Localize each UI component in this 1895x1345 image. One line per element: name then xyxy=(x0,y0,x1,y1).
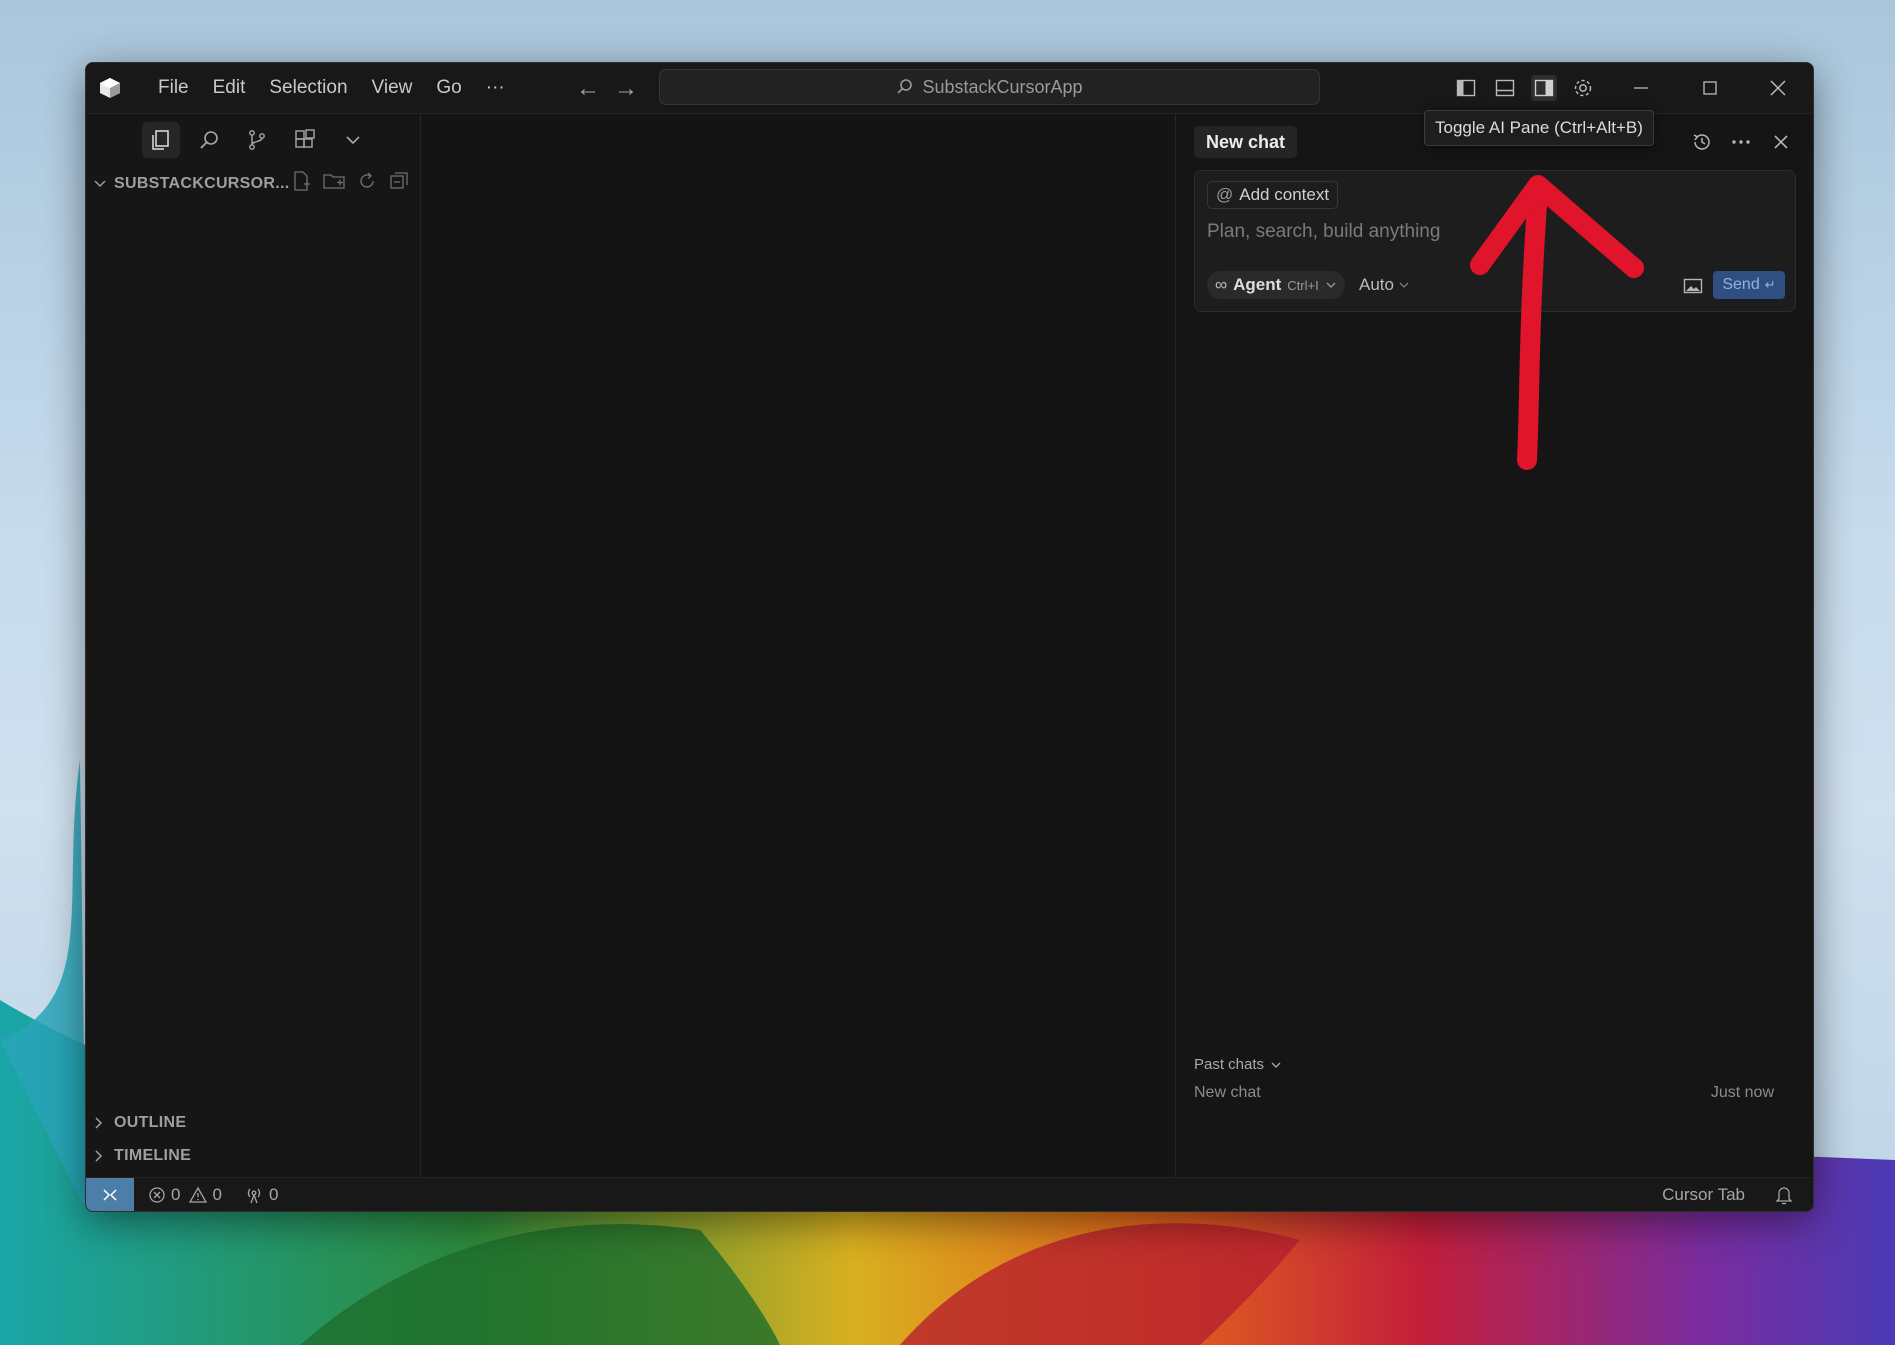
tooltip-text: Toggle AI Pane (Ctrl+Alt+B) xyxy=(1435,118,1643,137)
command-center-search[interactable]: SubstackCursorApp xyxy=(659,69,1320,105)
outline-section[interactable]: OUTLINE xyxy=(92,1110,186,1136)
timeline-section[interactable]: TIMELINE xyxy=(92,1143,191,1169)
more-options-icon[interactable] xyxy=(1726,127,1756,157)
new-file-icon[interactable] xyxy=(290,170,312,192)
bell-icon[interactable] xyxy=(1775,1185,1793,1205)
error-icon xyxy=(149,1187,165,1203)
forward-arrow-icon[interactable]: → xyxy=(614,75,638,103)
minimize-window-icon[interactable] xyxy=(1621,73,1661,103)
agent-mode-selector[interactable]: ∞ Agent Ctrl+I xyxy=(1207,271,1345,299)
menu-view[interactable]: View xyxy=(362,71,423,105)
source-control-icon[interactable] xyxy=(238,122,276,158)
broadcast-icon xyxy=(247,1188,261,1204)
agent-mode-label: Agent xyxy=(1233,275,1282,294)
error-count: 0 xyxy=(171,1185,181,1204)
explorer-actions xyxy=(290,170,410,192)
chevron-right-icon xyxy=(95,1150,103,1162)
agent-mode-shortcut: Ctrl+I xyxy=(1287,277,1319,293)
past-chats-toggle[interactable]: Past chats xyxy=(1194,1056,1282,1073)
new-folder-icon[interactable] xyxy=(322,170,346,192)
attach-image-icon[interactable] xyxy=(1681,274,1705,298)
status-right: Cursor Tab xyxy=(1662,1178,1793,1211)
chevron-down-icon xyxy=(1399,282,1409,288)
search-icon[interactable] xyxy=(190,122,228,158)
cursor-logo-icon xyxy=(99,77,121,99)
remote-icon xyxy=(103,1189,117,1201)
settings-gear-icon[interactable] xyxy=(1570,75,1596,101)
timeline-label: TIMELINE xyxy=(114,1147,192,1164)
close-pane-icon[interactable] xyxy=(1766,127,1796,157)
model-label: Auto xyxy=(1359,275,1394,294)
menu-selection[interactable]: Selection xyxy=(259,71,357,105)
warning-count: 0 xyxy=(212,1185,222,1204)
primary-sidebar: SUBSTACKCURSOR... OUTLINE TIMELINE xyxy=(86,114,421,1177)
chevron-down-icon xyxy=(94,180,106,188)
tab-new-chat[interactable]: New chat xyxy=(1194,126,1298,158)
toggle-ai-pane-icon[interactable] xyxy=(1531,75,1557,101)
refresh-icon[interactable] xyxy=(356,170,378,192)
remote-indicator[interactable] xyxy=(86,1178,134,1211)
explorer-folder-header[interactable]: SUBSTACKCURSOR... xyxy=(92,170,416,198)
extensions-icon[interactable] xyxy=(286,122,324,158)
search-label: SubstackCursorApp xyxy=(922,76,1083,97)
enter-key-icon: ↵ xyxy=(1764,277,1776,292)
menu-file[interactable]: File xyxy=(148,71,199,105)
maximize-window-icon[interactable] xyxy=(1690,73,1730,103)
close-window-icon[interactable] xyxy=(1758,73,1798,103)
ports-count: 0 xyxy=(268,1185,279,1204)
collapse-all-icon[interactable] xyxy=(388,170,410,192)
red-annotation-arrow xyxy=(1470,175,1644,470)
add-context-button[interactable]: @ Add context xyxy=(1207,181,1339,209)
send-button[interactable]: Send ↵ xyxy=(1713,271,1785,299)
back-arrow-icon[interactable]: ← xyxy=(576,75,600,103)
menu-edit[interactable]: Edit xyxy=(203,71,256,105)
past-chat-time: Just now xyxy=(1710,1084,1774,1101)
chat-input-placeholder[interactable]: Plan, search, build anything xyxy=(1207,221,1440,243)
problems-indicator[interactable]: 0 0 xyxy=(148,1185,222,1205)
menu-bar: File Edit Selection View Go ··· xyxy=(148,63,515,113)
sidebar-activity-bar xyxy=(86,114,420,164)
tab-new-chat-label: New chat xyxy=(1206,131,1286,152)
past-chat-title: New chat xyxy=(1194,1084,1261,1101)
past-chats-label: Past chats xyxy=(1194,1056,1265,1073)
explorer-folder-name: SUBSTACKCURSOR... xyxy=(114,175,290,192)
status-bar: 0 0 0 Cursor Tab xyxy=(86,1177,1813,1211)
past-chat-item[interactable]: New chat Just now xyxy=(1194,1084,1774,1102)
add-context-label: Add context xyxy=(1239,185,1330,204)
toggle-ai-pane-tooltip: Toggle AI Pane (Ctrl+Alt+B) xyxy=(1424,110,1654,146)
at-icon: @ xyxy=(1216,185,1234,204)
chevron-down-icon xyxy=(1326,282,1336,288)
toggle-primary-sidebar-icon[interactable] xyxy=(1453,75,1479,101)
menu-more[interactable]: ··· xyxy=(476,71,515,105)
send-label: Send xyxy=(1722,276,1760,293)
title-bar: File Edit Selection View Go ··· ← → Subs… xyxy=(86,63,1813,114)
menu-go[interactable]: Go xyxy=(426,71,471,105)
chevron-down-icon[interactable] xyxy=(334,122,372,158)
chevron-right-icon xyxy=(95,1117,103,1129)
toggle-panel-icon[interactable] xyxy=(1492,75,1518,101)
outline-label: OUTLINE xyxy=(114,1114,187,1131)
ports-indicator[interactable]: 0 xyxy=(244,1185,278,1205)
cursor-tab-status[interactable]: Cursor Tab xyxy=(1662,1185,1745,1205)
chat-history-icon[interactable] xyxy=(1687,127,1717,157)
infinity-icon: ∞ xyxy=(1215,275,1228,294)
warning-icon xyxy=(189,1186,208,1203)
editor-area[interactable] xyxy=(421,114,1174,1177)
chevron-down-icon xyxy=(1271,1062,1281,1068)
files-icon[interactable] xyxy=(142,122,180,158)
model-selector[interactable]: Auto xyxy=(1359,275,1410,295)
search-icon xyxy=(897,79,913,94)
